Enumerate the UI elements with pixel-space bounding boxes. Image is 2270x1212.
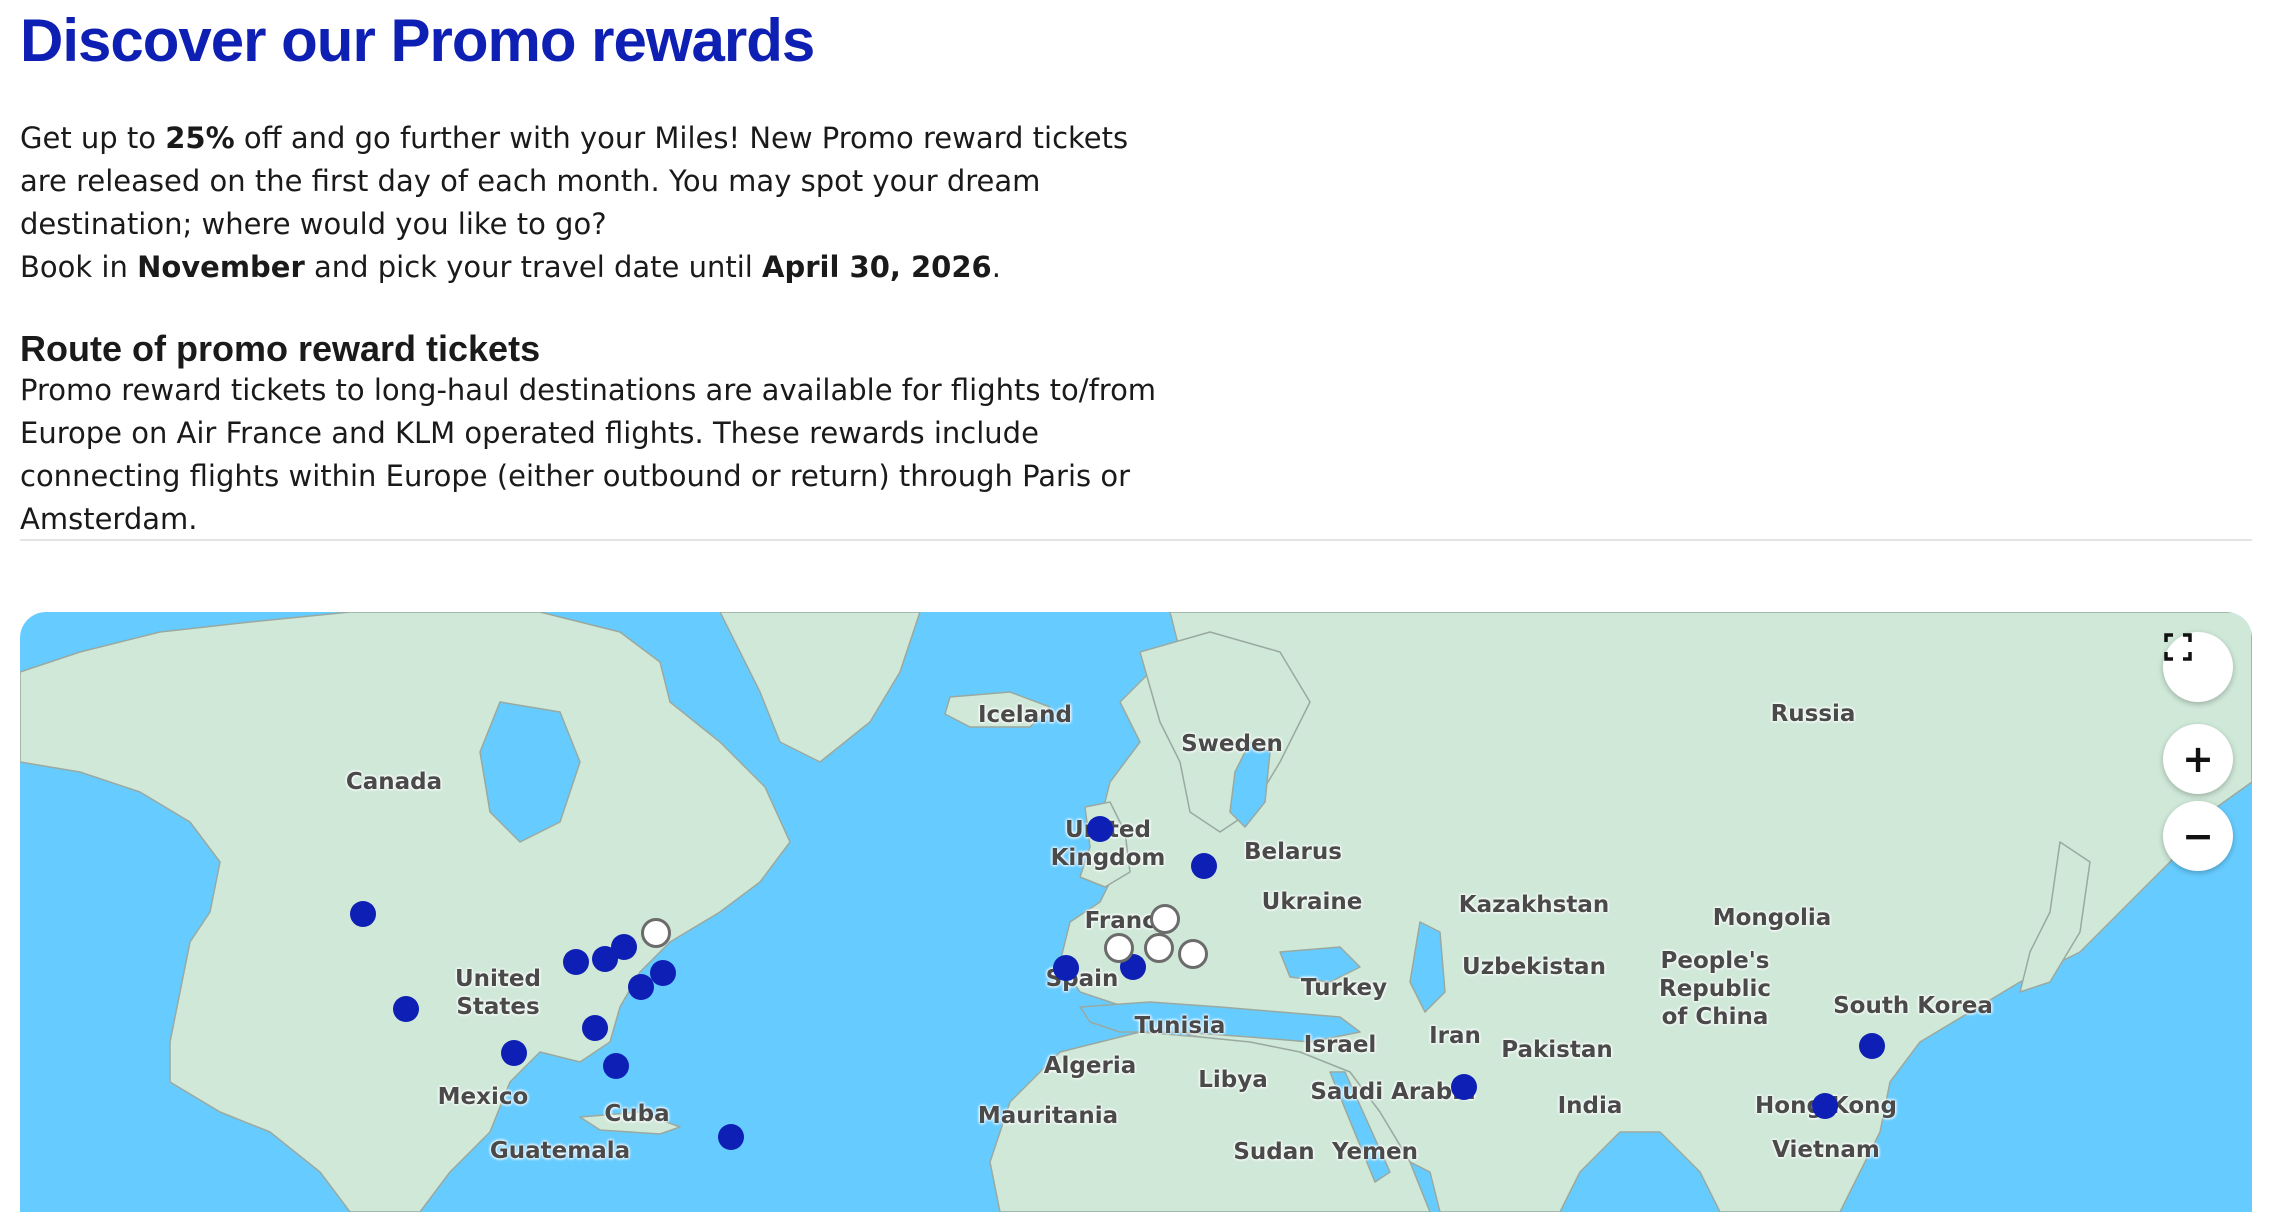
hub-marker[interactable] <box>641 918 671 948</box>
destination-marker[interactable] <box>1053 955 1079 981</box>
map-label-iceland: Iceland <box>977 702 1073 728</box>
map-label-tunisia: Tunisia <box>1134 1013 1226 1039</box>
fullscreen-icon <box>2164 633 2213 682</box>
booking-paragraph: Book in November and pick your travel da… <box>20 246 1160 289</box>
hub-marker[interactable] <box>1104 933 1134 963</box>
booking-month: November <box>137 250 305 284</box>
destination-marker[interactable] <box>393 996 419 1022</box>
hub-marker[interactable] <box>1150 904 1180 934</box>
map-label-vietnam: Vietnam <box>1772 1137 1880 1163</box>
destination-marker[interactable] <box>582 1015 608 1041</box>
fullscreen-button[interactable] <box>2163 632 2233 702</box>
intro-text: Get up to 25% off and go further with yo… <box>20 117 1160 289</box>
destination-marker[interactable] <box>628 974 654 1000</box>
zoom-in-button[interactable]: + <box>2163 724 2233 794</box>
destination-marker[interactable] <box>1812 1093 1838 1119</box>
map-label-belarus: Belarus <box>1244 839 1342 865</box>
map-label-kazakhstan: Kazakhstan <box>1458 892 1610 918</box>
north-america-landmass <box>20 612 791 1212</box>
map-label-iran: Iran <box>1429 1023 1481 1049</box>
destination-marker[interactable] <box>1451 1074 1477 1100</box>
map-label-india: India <box>1557 1093 1623 1119</box>
map-label-mongolia: Mongolia <box>1712 905 1832 931</box>
destination-marker[interactable] <box>603 1053 629 1079</box>
hub-marker[interactable] <box>1144 933 1174 963</box>
map-label-south-korea: South Korea <box>1833 993 1993 1019</box>
booking-text-segment: and pick your travel date until <box>304 250 763 284</box>
promo-route-map[interactable]: Iceland Russia Sweden Canada United King… <box>20 612 2252 1212</box>
map-label-libya: Libya <box>1198 1067 1268 1093</box>
map-label-turkey: Turkey <box>1300 975 1388 1001</box>
section-divider <box>20 539 2252 541</box>
route-heading: Route of promo reward tickets <box>20 328 541 369</box>
booking-text-segment: Book in <box>20 250 138 284</box>
route-description: Promo reward tickets to long-haul destin… <box>20 373 1157 536</box>
map-label-guatemala: Guatemala <box>489 1138 631 1164</box>
map-label-mexico: Mexico <box>437 1084 529 1110</box>
map-label-algeria: Algeria <box>1043 1053 1137 1079</box>
destination-marker[interactable] <box>501 1040 527 1066</box>
map-label-china: People's Republic of China <box>1658 948 1772 1030</box>
discount-highlight: 25% <box>165 121 235 155</box>
map-label-mauritania: Mauritania <box>977 1103 1119 1129</box>
destination-marker[interactable] <box>1859 1033 1885 1059</box>
hub-marker[interactable] <box>1178 939 1208 969</box>
map-label-united-states: United States <box>455 966 541 1020</box>
destination-marker[interactable] <box>592 946 618 972</box>
map-label-canada: Canada <box>345 769 443 795</box>
destination-marker[interactable] <box>650 960 676 986</box>
destination-marker[interactable] <box>1087 816 1113 842</box>
destination-marker[interactable] <box>350 901 376 927</box>
map-label-uzbekistan: Uzbekistan <box>1462 954 1606 980</box>
travel-end-date: April 30, 2026 <box>762 250 992 284</box>
map-label-sudan: Sudan <box>1233 1139 1315 1165</box>
map-label-yemen: Yemen <box>1331 1139 1419 1165</box>
map-label-pakistan: Pakistan <box>1501 1037 1613 1063</box>
map-label-israel: Israel <box>1303 1032 1377 1058</box>
destination-marker[interactable] <box>1191 853 1217 879</box>
booking-text-segment: . <box>991 250 1001 284</box>
map-label-ukraine: Ukraine <box>1261 889 1363 915</box>
greenland-landmass <box>719 612 921 763</box>
destination-marker[interactable] <box>563 949 589 975</box>
zoom-out-button[interactable]: − <box>2163 801 2233 871</box>
map-label-sweden: Sweden <box>1181 731 1283 757</box>
map-label-russia: Russia <box>1770 701 1856 727</box>
map-label-cuba: Cuba <box>604 1101 670 1127</box>
intro-paragraph: Get up to 25% off and go further with yo… <box>20 117 1160 246</box>
page-title: Discover our Promo rewards <box>20 7 815 74</box>
destination-marker[interactable] <box>718 1124 744 1150</box>
intro-text-segment: Get up to <box>20 121 166 155</box>
